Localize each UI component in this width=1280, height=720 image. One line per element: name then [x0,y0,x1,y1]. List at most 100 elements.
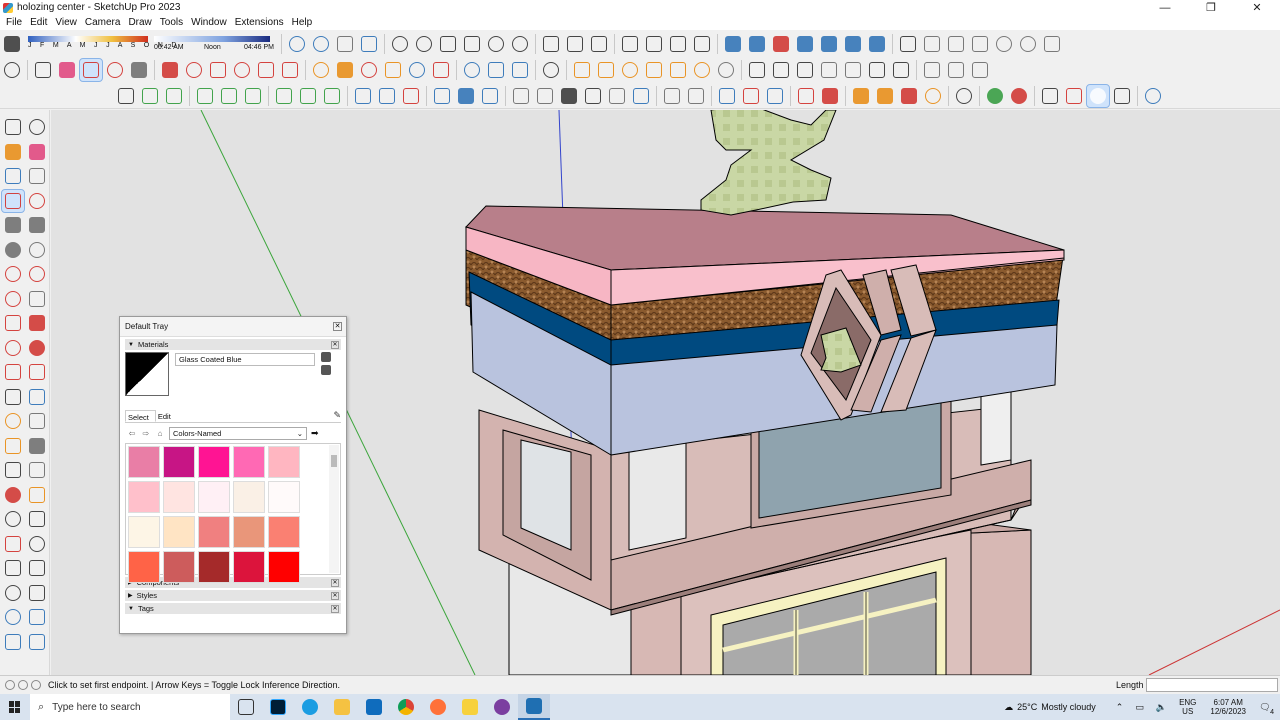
camera-pan-icon[interactable] [310,33,332,55]
material-swatch[interactable] [233,446,265,478]
edit-icon[interactable] [866,59,888,81]
material-swatch[interactable] [198,481,230,513]
make-component-icon[interactable] [139,85,161,107]
edge-app[interactable] [294,694,326,720]
home-icon[interactable]: ⌂ [153,429,167,438]
volume-icon[interactable]: 🔈 [1156,702,1167,713]
zoom-window-icon[interactable] [406,59,428,81]
camera-orbit-icon[interactable] [286,33,308,55]
menu-camera[interactable]: Camera [81,17,125,28]
offset-tool-icon[interactable] [26,361,48,383]
section-plane-tool-icon[interactable] [26,582,48,604]
component-tool-icon[interactable] [2,165,24,187]
forward-arrow-icon[interactable]: ⇨ [139,429,153,438]
language-indicator[interactable]: ENG US [1179,698,1196,716]
sandbox-tool-4-icon[interactable] [26,631,48,653]
select-arrow-icon[interactable] [32,59,54,81]
materials-panel-header[interactable]: ▼ Materials ✕ [125,339,341,350]
previous-view-icon[interactable] [26,533,48,555]
eraser-red-icon[interactable] [1063,85,1085,107]
material-swatch[interactable] [128,446,160,478]
push-pull-tool-icon[interactable] [26,312,48,334]
roof-settings-icon[interactable] [922,85,944,107]
solid-intersect-icon[interactable] [746,33,768,55]
back-edges-icon[interactable] [921,33,943,55]
panel-close-icon[interactable]: ✕ [331,340,339,349]
sandbox-detail-icon[interactable] [461,33,483,55]
sticky-notes-app[interactable] [454,694,486,720]
axes-tool-icon[interactable] [2,435,24,457]
chrome-app[interactable] [390,694,422,720]
orbit-icon[interactable] [358,59,380,81]
mail-app[interactable] [358,694,390,720]
material-swatch[interactable] [128,551,160,583]
chat-app[interactable] [486,694,518,720]
render-red-icon[interactable] [1008,85,1030,107]
solid-split-icon[interactable] [818,33,840,55]
menu-file[interactable]: File [2,17,26,28]
chevron-up-icon[interactable]: ⌃ [1116,702,1124,713]
grid-tool-icon[interactable] [431,85,453,107]
weather-widget[interactable]: ☁ 25°C Mostly cloudy [1004,702,1096,713]
extension-tool-1-icon[interactable] [595,59,617,81]
select-cursor-icon[interactable] [115,85,137,107]
stairs-icon[interactable] [716,85,738,107]
solid-union-icon[interactable] [722,33,744,55]
section-tool-icon[interactable] [2,459,24,481]
text-tool-icon[interactable] [26,410,48,432]
tape-tool-icon[interactable] [2,386,24,408]
view-front-icon[interactable] [667,33,689,55]
material-preview-swatch[interactable] [125,352,169,396]
solid-trim-icon[interactable] [794,33,816,55]
extension-tool-2-icon[interactable] [619,59,641,81]
share-model-icon[interactable] [485,59,507,81]
tray-close-button[interactable]: ✕ [333,322,342,331]
section-cut-icon[interactable] [564,33,586,55]
extension-tool-3-icon[interactable] [643,59,665,81]
material-library-select[interactable]: Colors-Named ⌄ [169,426,307,440]
material-swatch[interactable] [163,481,195,513]
material-swatch[interactable] [198,516,230,548]
material-swatch[interactable] [163,446,195,478]
solid-inspector-icon[interactable] [866,33,888,55]
credits-icon[interactable] [18,680,28,690]
eraser-icon[interactable] [56,59,78,81]
menu-extensions[interactable]: Extensions [231,17,288,28]
fredo-icon-4[interactable] [582,85,604,107]
sandbox-smoove-icon[interactable] [389,33,411,55]
zoom-extents-tool-icon[interactable] [2,533,24,555]
view-right-icon[interactable] [691,33,713,55]
guide-grid-2-icon[interactable] [685,85,707,107]
material-swatch[interactable] [233,551,265,583]
zoom-window-tool-icon[interactable] [26,508,48,530]
render-green-icon[interactable] [984,85,1006,107]
sandbox-tool-1-icon[interactable] [2,606,24,628]
start-button[interactable] [0,701,30,713]
shaded-textures-icon[interactable] [1017,33,1039,55]
material-name-field[interactable]: Glass Coated Blue [175,353,315,366]
xray-icon[interactable] [897,33,919,55]
component-box-icon[interactable] [770,59,792,81]
select-tool-icon[interactable] [2,116,24,138]
position-camera-icon[interactable] [2,557,24,579]
tag-tool-icon[interactable] [26,165,48,187]
cut-tool-icon[interactable] [819,85,841,107]
shaded-icon[interactable] [993,33,1015,55]
menu-help[interactable]: Help [288,17,317,28]
solid-outer-shell-icon[interactable] [842,33,864,55]
text-icon[interactable] [382,59,404,81]
roof-hip-icon[interactable] [874,85,896,107]
make-group-icon[interactable] [163,85,185,107]
distribute-v-icon[interactable] [297,85,319,107]
pie-tool-icon[interactable] [26,288,48,310]
roof-gable-icon[interactable] [898,85,920,107]
sandbox-tool-3-icon[interactable] [2,631,24,653]
material-swatch[interactable] [233,516,265,548]
arc-icon[interactable] [104,59,126,81]
pan-tool-icon[interactable] [26,484,48,506]
zoom-tool-icon[interactable] [2,508,24,530]
eraser-tool-icon[interactable] [26,141,48,163]
minimize-button[interactable]: — [1142,0,1188,15]
camera-walk-icon[interactable] [334,33,356,55]
grid-fill-icon[interactable] [455,85,477,107]
